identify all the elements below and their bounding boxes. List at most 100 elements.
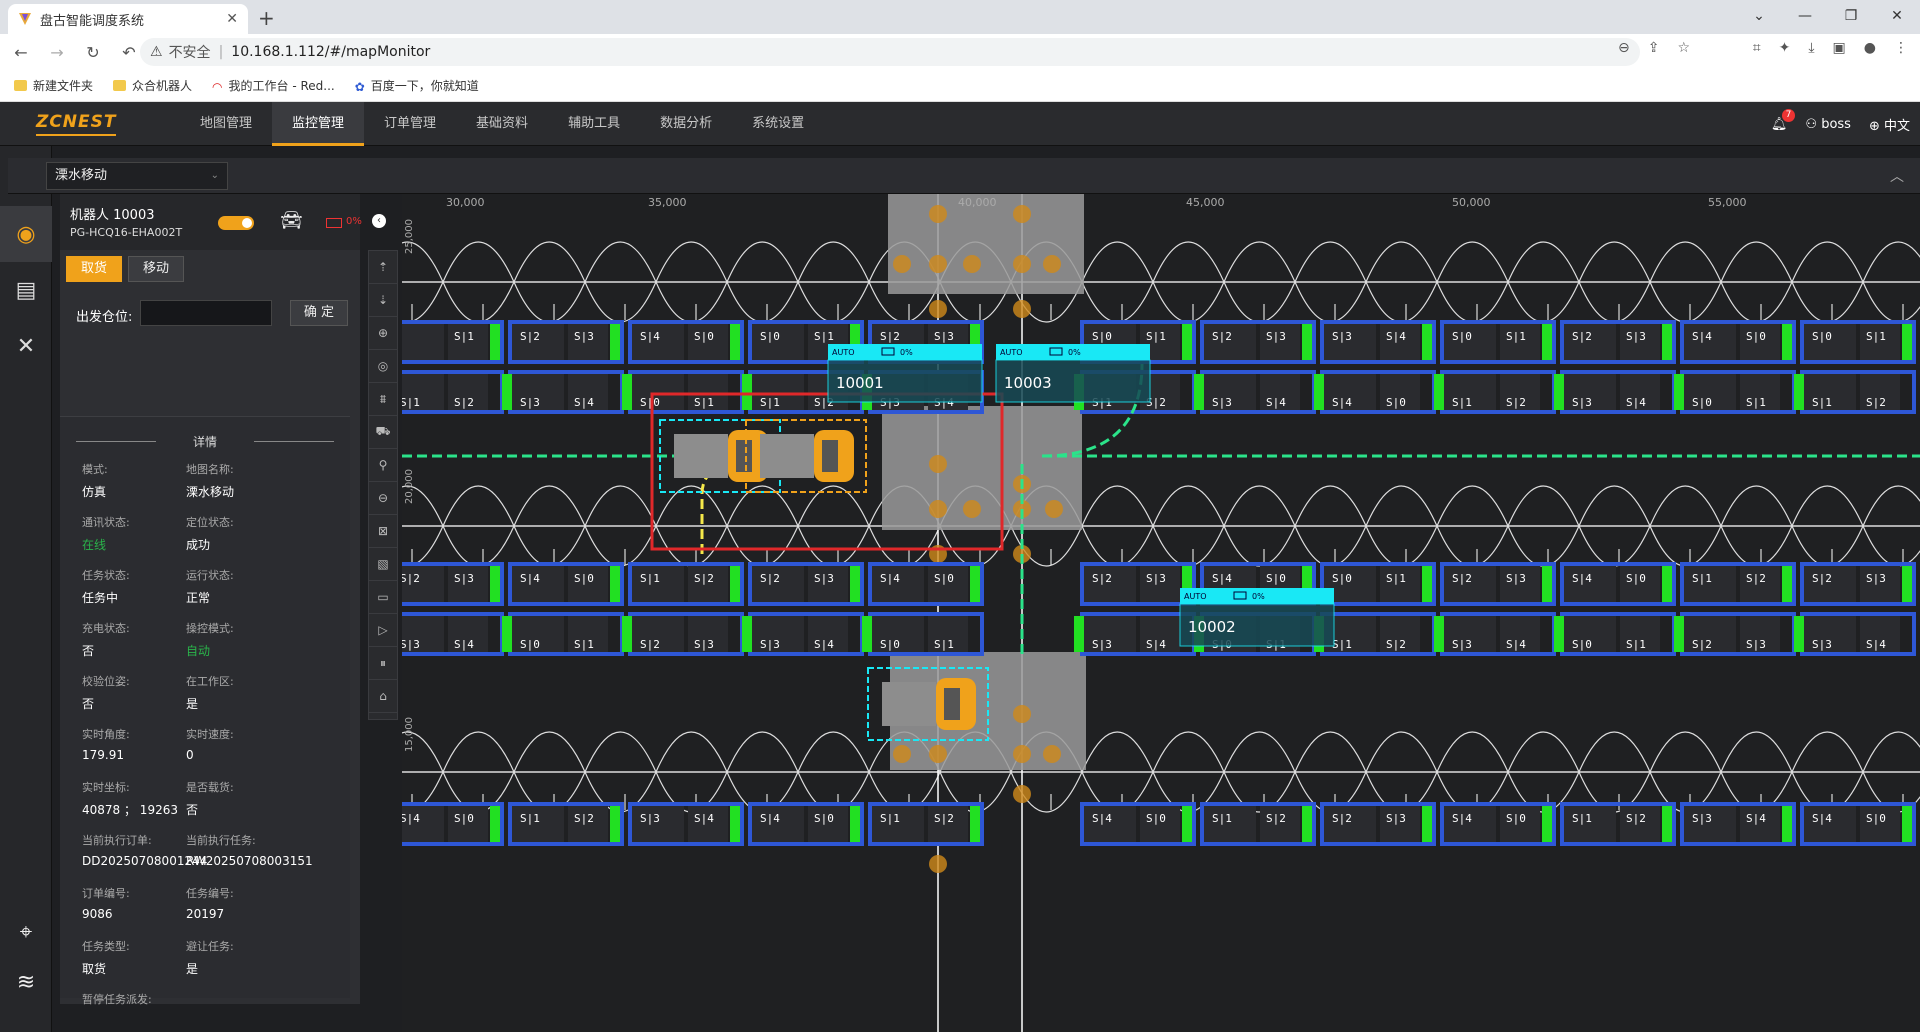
rack-slot[interactable]: S|1 S|2 — [628, 562, 744, 606]
rack-slot[interactable]: S|2 S|3 — [1440, 562, 1556, 606]
menu-tools[interactable]: 辅助工具 — [548, 102, 640, 146]
rack-slot[interactable]: S|0 S|1 — [1320, 562, 1436, 606]
rack-slot[interactable]: S|3 S|4 — [1074, 612, 1196, 656]
tool-play-icon[interactable]: ▷ — [369, 614, 397, 647]
extensions-icon[interactable]: ✦ — [1779, 40, 1791, 56]
rack-slot[interactable]: S|0 S|1 — [622, 370, 744, 414]
download-icon[interactable]: ⤓ — [1808, 40, 1814, 56]
path-node[interactable] — [893, 745, 911, 763]
bookmark-star-icon[interactable]: ☆ — [1677, 40, 1690, 56]
path-node[interactable] — [929, 255, 947, 273]
back-icon[interactable]: ← — [6, 43, 36, 62]
restore-icon[interactable]: ❐ — [1828, 0, 1874, 34]
robot-card-10001[interactable]: AUTO 0% 10001 — [827, 344, 983, 403]
notification-bell-icon[interactable]: 🔔︎ 7 — [1771, 108, 1796, 132]
rack-slot[interactable]: S|2 S|3 — [508, 320, 624, 364]
rack-slot[interactable]: S|2 S|3 — [1200, 320, 1316, 364]
rack-slot[interactable]: S|2 S|3 — [402, 562, 504, 606]
rack-slot[interactable]: S|4 S|0 — [508, 562, 624, 606]
sidepanel-icon[interactable]: ▣ — [1833, 40, 1846, 56]
path-node[interactable] — [1013, 705, 1031, 723]
menu-map-management[interactable]: 地图管理 — [180, 102, 272, 146]
rack-slot[interactable]: S|3 S|4 — [1794, 612, 1916, 656]
path-node[interactable] — [929, 500, 947, 518]
tool-lock-icon[interactable]: ⌂ — [369, 680, 397, 713]
rack-slot[interactable]: S|4 S|0 — [1560, 562, 1676, 606]
rack-slot[interactable]: S|3 S|4 — [1434, 612, 1556, 656]
rail-tasks-icon[interactable]: ▤ — [0, 262, 52, 318]
tool-download-icon[interactable]: ⇣ — [369, 284, 397, 317]
move-button[interactable]: 移动 — [128, 256, 184, 282]
tool-target-icon[interactable]: ⊕ — [369, 317, 397, 350]
rack-slot[interactable]: S|3 S|4 — [742, 612, 864, 656]
menu-orders[interactable]: 订单管理 — [364, 102, 456, 146]
rack-slot[interactable]: S|0 S|1 — [1554, 612, 1676, 656]
bookmark-redmine[interactable]: ◠ 我的工作台 - Red... — [212, 77, 335, 94]
path-node[interactable] — [893, 255, 911, 273]
path-node[interactable] — [929, 855, 947, 873]
layers-icon[interactable]: ≋ — [0, 970, 52, 995]
rack-slot[interactable]: S|2 S|3 — [622, 612, 744, 656]
browser-menu-icon[interactable]: ⋮ — [1894, 40, 1908, 56]
rack-slot[interactable]: S|1 S|2 — [402, 370, 504, 414]
rack-slot[interactable]: S|2 S|3 — [1674, 612, 1796, 656]
rack-slot[interactable]: S|1 S|2 — [1680, 562, 1796, 606]
forward-icon[interactable]: → — [42, 43, 72, 62]
rack-slot[interactable]: S|1 S|2 — [1200, 802, 1316, 846]
warehouse-map[interactable]: S|1 S|2 S|3 S|4 S|0 S|0 S|1 S|2 S|3 S|0 S|1 S|2 S|3 S… — [402, 194, 1920, 1032]
tab-search-icon[interactable]: ⌄ — [1736, 0, 1782, 34]
tool-pause-icon[interactable]: ⏸︎ — [369, 647, 397, 680]
tool-focus-icon[interactable]: ◎ — [369, 350, 397, 383]
minimize-icon[interactable]: — — [1782, 0, 1828, 34]
rack-slot[interactable]: S|4 S|0 — [1800, 802, 1916, 846]
robot-enable-toggle[interactable] — [218, 216, 254, 230]
rack-slot[interactable]: S|4 S|0 — [1680, 320, 1796, 364]
menu-basic-data[interactable]: 基础资料 — [456, 102, 548, 146]
rack-slot[interactable]: S|3 S|4 — [1554, 370, 1676, 414]
pickup-button[interactable]: 取货 — [66, 256, 122, 282]
tool-rotate-icon[interactable]: ⊖ — [369, 482, 397, 515]
path-node[interactable] — [963, 255, 981, 273]
tool-pin-icon[interactable]: ⚲ — [369, 449, 397, 482]
path-node[interactable] — [1013, 785, 1031, 803]
path-node[interactable] — [1045, 500, 1063, 518]
rack-slot[interactable]: S|0 S|1 — [1440, 320, 1556, 364]
rail-robot-icon[interactable]: ◉ — [0, 206, 52, 262]
profile-icon[interactable]: ● — [1864, 40, 1876, 56]
rail-tools-icon[interactable]: ✕ — [0, 318, 52, 374]
robot-10003[interactable] — [745, 419, 867, 493]
rack-slot[interactable]: S|0 S|1 — [502, 612, 624, 656]
rack-slot[interactable]: S|1 S|2 — [1794, 370, 1916, 414]
reload-icon[interactable]: ↻ — [78, 43, 108, 62]
tab-close-icon[interactable]: ✕ — [226, 11, 238, 27]
window-close-icon[interactable]: ✕ — [1874, 0, 1920, 34]
rack-slot[interactable]: S|4 S|0 — [628, 320, 744, 364]
browser-tab[interactable]: 盘古智能调度系统 ✕ — [8, 4, 248, 34]
rack-slot[interactable]: S|0 S|1 — [862, 612, 984, 656]
rack-slot[interactable]: S|1 — [402, 320, 504, 364]
rack-slot[interactable]: S|3 S|4 — [402, 612, 504, 656]
path-node[interactable] — [1013, 205, 1031, 223]
rack-slot[interactable]: S|4 S|0 — [1080, 802, 1196, 846]
rack-slot[interactable]: S|3 S|4 — [1194, 370, 1316, 414]
rack-slot[interactable]: S|3 S|4 — [1320, 320, 1436, 364]
url-input[interactable]: ⚠ 不安全 | 10.168.1.112/#/mapMonitor — [140, 38, 1640, 66]
rack-slot[interactable]: S|4 S|0 — [402, 802, 504, 846]
rack-slot[interactable]: S|1 S|2 — [868, 802, 984, 846]
rack-slot[interactable]: S|0 S|1 — [1674, 370, 1796, 414]
bookmark-folder-2[interactable]: 众合机器人 — [113, 77, 192, 94]
robot-car-icon[interactable]: 🚘︎ — [280, 210, 303, 231]
tool-clear-icon[interactable]: ⊠ — [369, 515, 397, 548]
zoom-icon[interactable]: ⊖ — [1618, 40, 1630, 56]
path-node[interactable] — [1043, 255, 1061, 273]
path-node[interactable] — [1013, 255, 1031, 273]
path-node[interactable] — [1013, 300, 1031, 318]
rack-slot[interactable]: S|4 S|0 — [868, 562, 984, 606]
confirm-button[interactable]: 确 定 — [290, 300, 348, 326]
menu-analytics[interactable]: 数据分析 — [640, 102, 732, 146]
rack-slot[interactable]: S|2 S|3 — [1320, 802, 1436, 846]
tool-screen-icon[interactable]: ▭ — [369, 581, 397, 614]
panel-close-icon[interactable]: ‹ — [372, 214, 386, 228]
rack-slot[interactable]: S|2 S|3 — [1080, 562, 1196, 606]
rack-slot[interactable]: S|2 S|3 — [1560, 320, 1676, 364]
